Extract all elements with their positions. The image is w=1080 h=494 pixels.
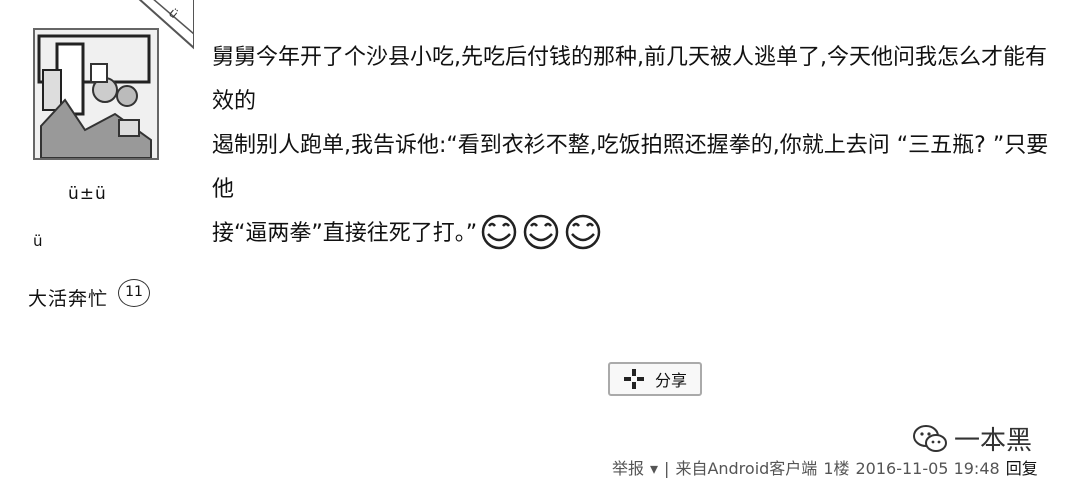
post-source[interactable]: 来自Android客户端 xyxy=(675,459,817,478)
post-content: 舅舅今年开了个沙县小吃,先吃后付钱的那种,前几天被人逃单了,今天他问我怎么才能有… xyxy=(212,36,1062,256)
watermark-text: 一本黑 xyxy=(954,426,1033,456)
post-footer: 举报 ▾ | 来自Android客户端 1楼 2016-11-05 19:48 回复 xyxy=(612,455,1044,479)
wechat-icon xyxy=(913,424,947,452)
reply-link[interactable]: 回复 xyxy=(1006,459,1038,478)
avatar-image xyxy=(35,30,157,158)
level-badge: 11 xyxy=(118,279,150,307)
share-button[interactable]: 分享 xyxy=(608,362,702,396)
post-timestamp: 2016-11-05 19:48 xyxy=(855,459,1000,478)
share-plus-icon xyxy=(623,369,644,389)
smiley-icon xyxy=(481,214,517,250)
report-link[interactable]: 举报 xyxy=(612,459,644,478)
smiley-icon xyxy=(565,214,601,250)
share-label: 分享 xyxy=(654,371,687,390)
footer-separator: | xyxy=(664,459,670,478)
post-line-3-text: 接“逼两拳”直接往死了打。” xyxy=(212,221,478,246)
username[interactable]: ü±ü xyxy=(68,184,107,204)
user-level-label: 大活奔忙 xyxy=(28,288,109,310)
post-line-2: 遏制别人跑单,我告诉他:“看到衣衫不整,吃饭拍照还握拳的,你就上去问 “三五瓶?… xyxy=(212,133,1049,202)
post-line-3: 接“逼两拳”直接往死了打。” xyxy=(212,212,1062,256)
watermark: 一本黑 xyxy=(912,420,1032,457)
dropdown-arrow-icon[interactable]: ▾ xyxy=(650,459,658,478)
floor-number: 1楼 xyxy=(823,459,850,478)
smiley-icon xyxy=(523,214,559,250)
post-line-1: 舅舅今年开了个沙县小吃,先吃后付钱的那种,前几天被人逃单了,今天他问我怎么才能有… xyxy=(212,45,1047,114)
avatar[interactable] xyxy=(33,28,159,160)
user-note: ü xyxy=(33,232,43,250)
